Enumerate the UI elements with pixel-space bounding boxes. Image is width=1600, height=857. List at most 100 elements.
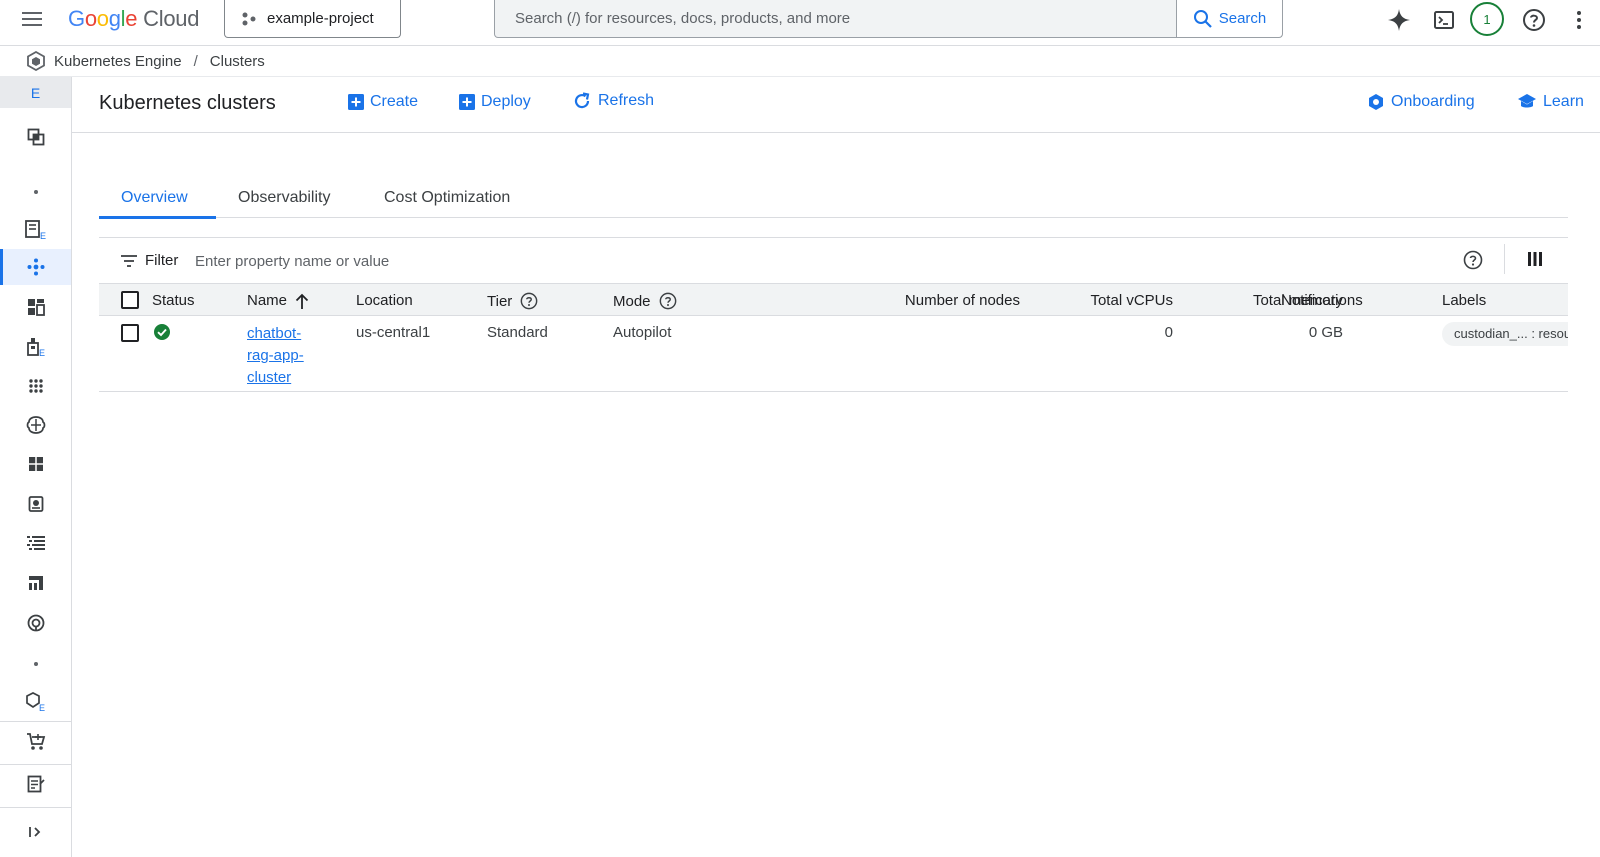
svg-text:E: E <box>39 703 45 712</box>
breadcrumb-kubernetes-engine[interactable]: Kubernetes Engine <box>54 53 182 70</box>
help-icon[interactable] <box>659 292 677 310</box>
rail-backup-icon[interactable] <box>0 605 71 641</box>
rail-applications-icon[interactable] <box>0 368 71 404</box>
learn-button-label: Learn <box>1543 93 1584 110</box>
column-header-name[interactable]: Name <box>247 292 309 309</box>
cloud-shell-icon[interactable] <box>1430 6 1458 34</box>
help-icon[interactable] <box>1463 250 1483 273</box>
row-checkbox[interactable] <box>121 324 139 342</box>
rail-security-posture-icon[interactable]: E <box>0 684 71 720</box>
top-bar: GoogleCloud example-project Search 1 <box>0 0 1600 46</box>
tab-cost-optimization[interactable]: Cost Optimization <box>384 178 510 218</box>
google-cloud-logo[interactable]: Google Cloud <box>68 6 199 32</box>
cell-memory: 0 GB <box>1308 324 1343 341</box>
svg-text:E: E <box>40 231 46 240</box>
rail-marketplace-icon[interactable] <box>0 724 71 760</box>
search-icon <box>1193 9 1212 28</box>
page-title: Kubernetes clusters <box>99 92 276 114</box>
rail-overview-icon[interactable] <box>0 119 71 155</box>
rail-divider <box>0 721 71 722</box>
project-picker-button[interactable]: example-project <box>224 0 401 38</box>
column-header-tier: Tier <box>487 292 538 310</box>
tab-observability[interactable]: Observability <box>238 178 330 218</box>
project-name: example-project <box>267 10 374 27</box>
project-icon <box>242 12 256 25</box>
onboarding-button-label: Onboarding <box>1391 93 1475 110</box>
rail-secrets-configmaps-icon[interactable] <box>0 446 71 482</box>
rail-edition-label[interactable]: E <box>0 77 71 108</box>
rail-clusters-icon[interactable] <box>0 249 71 285</box>
sort-ascending-icon <box>295 293 309 309</box>
rail-divider <box>0 764 71 765</box>
column-header-notifications: Notifications <box>1281 292 1363 309</box>
cell-mode: Autopilot <box>613 324 672 341</box>
rail-migrate-icon[interactable] <box>0 565 71 601</box>
add-box-icon <box>348 94 364 110</box>
svg-text:E: E <box>39 348 45 357</box>
tab-bar: Overview Observability Cost Optimization <box>99 178 1568 219</box>
rail-release-notes-icon[interactable] <box>0 766 71 802</box>
search-button-label: Search <box>1218 10 1267 27</box>
kubernetes-engine-icon <box>27 51 45 71</box>
rail-separator-dot <box>34 662 38 666</box>
menu-icon[interactable] <box>20 8 44 32</box>
rail-divider <box>0 807 71 808</box>
column-header-location: Location <box>356 292 413 309</box>
rail-storage-icon[interactable] <box>0 486 71 522</box>
rail-ai-ml-icon[interactable] <box>0 407 71 443</box>
column-header-labels: Labels <box>1442 292 1487 309</box>
search-bar: Search <box>494 0 1283 38</box>
breadcrumb-separator: / <box>193 52 198 70</box>
filter-divider <box>1504 244 1505 274</box>
onboarding-button[interactable]: Onboarding <box>1367 93 1475 111</box>
school-icon <box>1518 94 1536 108</box>
refresh-button-label: Refresh <box>598 92 655 109</box>
deploy-button-label: Deploy <box>481 93 531 110</box>
filter-bar: Filter <box>99 237 1568 283</box>
rail-teams-icon[interactable]: E <box>0 329 71 365</box>
cluster-name-link[interactable]: chatbot-rag-app-cluster <box>247 323 317 389</box>
create-button[interactable]: Create <box>348 93 418 111</box>
refresh-button[interactable]: Refresh <box>572 91 654 111</box>
table-row: chatbot-rag-app-cluster us-central1 Stan… <box>99 316 1568 392</box>
rail-workloads-icon[interactable] <box>0 289 71 325</box>
add-box-icon <box>459 94 475 110</box>
filter-label: Filter <box>145 252 179 269</box>
page-header: Kubernetes clusters Create Deploy Refres… <box>72 77 1600 133</box>
status-ok-icon <box>154 324 170 344</box>
more-vert-icon[interactable] <box>1565 6 1593 34</box>
table-header: Status Name Location Tier Mode Number of… <box>99 283 1568 316</box>
cell-vcpus: 0 <box>1164 324 1173 341</box>
label-chip[interactable]: custodian_... : resou <box>1442 322 1568 346</box>
column-header-status: Status <box>152 292 195 309</box>
clusters-table: Status Name Location Tier Mode Number of… <box>99 283 1568 392</box>
column-header-mode: Mode <box>613 292 677 310</box>
search-input[interactable] <box>495 0 1176 37</box>
learn-button[interactable]: Learn <box>1517 93 1584 111</box>
rail-object-browser-icon[interactable] <box>0 525 71 561</box>
filter-list-icon <box>121 254 137 267</box>
select-all-checkbox[interactable] <box>121 291 139 309</box>
gemini-sparkle-icon[interactable] <box>1385 6 1413 34</box>
search-button[interactable]: Search <box>1176 0 1282 37</box>
column-display-options-icon[interactable] <box>1527 251 1543 270</box>
rail-expand-icon[interactable] <box>0 814 71 850</box>
refresh-icon <box>574 92 590 109</box>
column-header-vcpus: Total vCPUs <box>1090 292 1173 309</box>
rail-separator-dot <box>34 190 38 194</box>
cell-tier: Standard <box>487 324 548 341</box>
rail-fleet-dashboard-icon[interactable]: E <box>0 212 71 248</box>
onboarding-hexagon-icon <box>1369 94 1383 110</box>
tab-overview[interactable]: Overview <box>99 178 216 219</box>
deploy-button[interactable]: Deploy <box>459 93 531 111</box>
cell-location: us-central1 <box>356 324 431 341</box>
notifications-avatar[interactable]: 1 <box>1470 2 1504 36</box>
column-header-nodes: Number of nodes <box>904 292 1020 309</box>
breadcrumb-clusters[interactable]: Clusters <box>210 53 265 70</box>
breadcrumb: Kubernetes Engine / Clusters <box>0 46 1600 77</box>
create-button-label: Create <box>370 93 419 110</box>
help-icon[interactable] <box>520 292 538 310</box>
help-icon[interactable] <box>1520 6 1548 34</box>
filter-input[interactable] <box>195 248 795 274</box>
filter-button[interactable]: Filter <box>121 252 178 269</box>
